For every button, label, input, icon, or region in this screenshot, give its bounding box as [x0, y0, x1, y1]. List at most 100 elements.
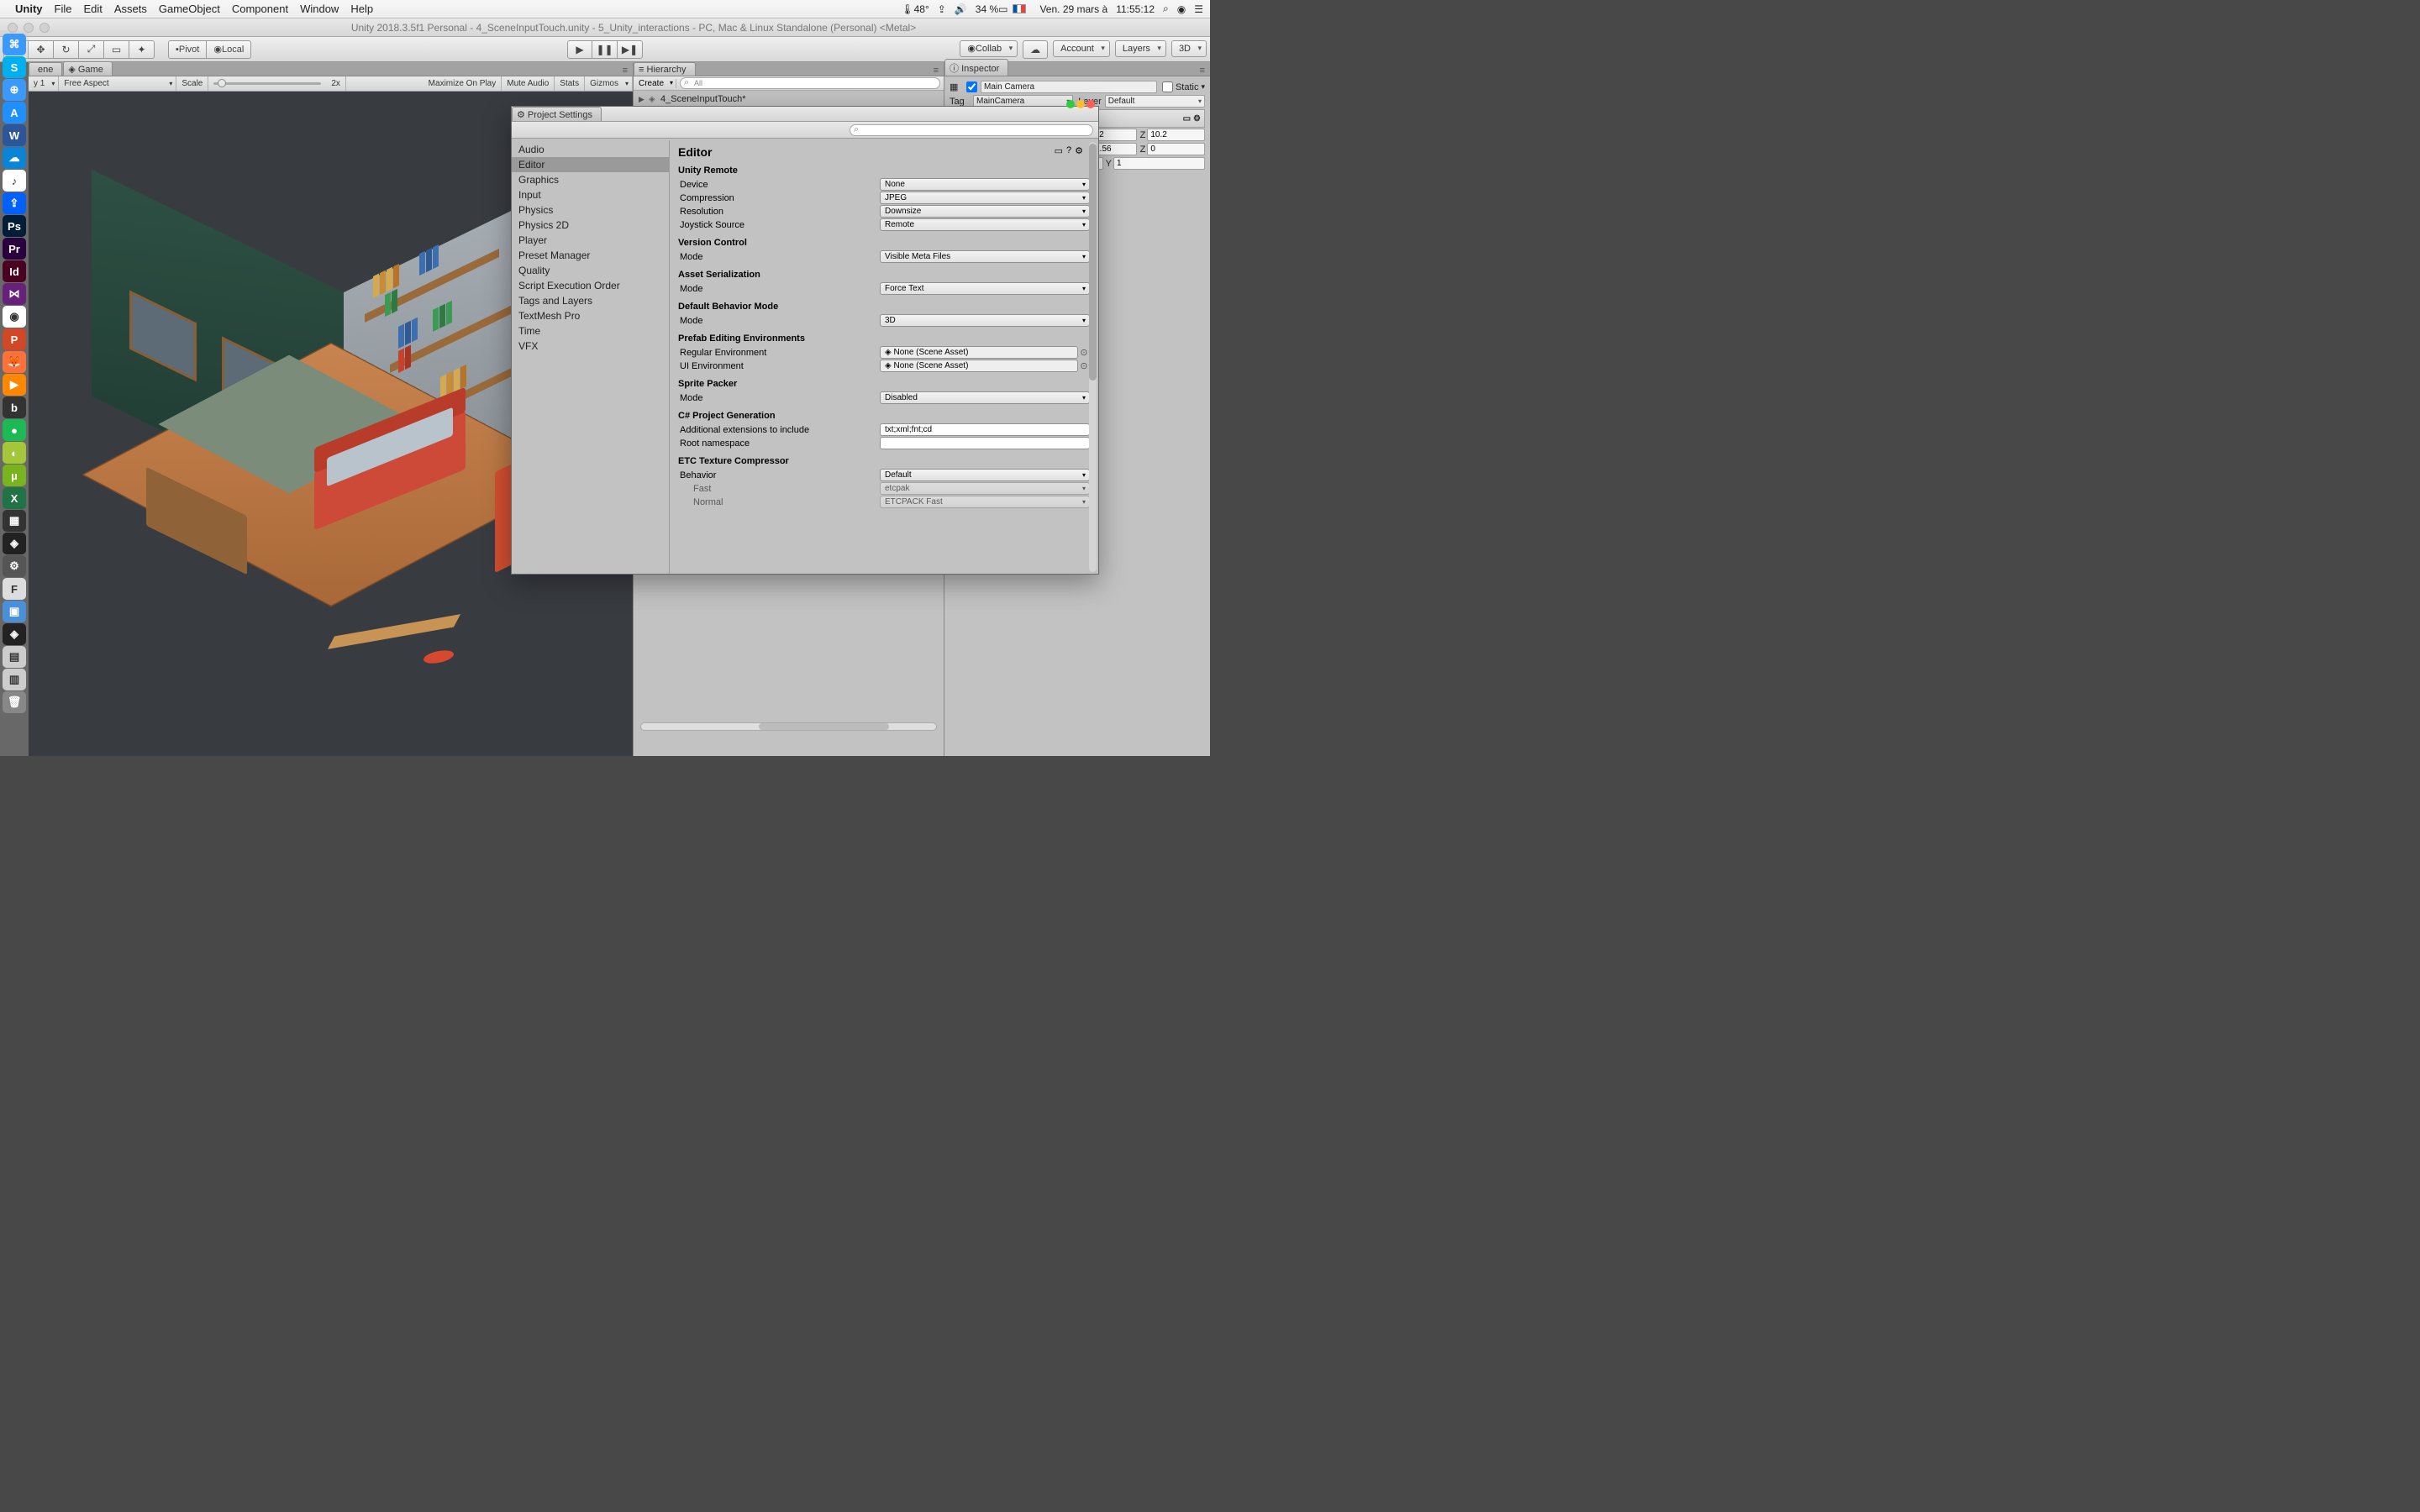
dock-item-27[interactable]: ▤	[3, 646, 26, 668]
dock-item-7[interactable]: ⇪	[3, 192, 26, 214]
static-dropdown-icon[interactable]: ▾	[1201, 82, 1205, 92]
wifi-icon[interactable]: ⇪	[938, 3, 946, 15]
projset-cat-editor[interactable]: Editor	[512, 157, 669, 172]
gear-icon[interactable]: ⚙	[1193, 114, 1201, 123]
prefab-regular[interactable]: ◈ None (Scene Asset)	[880, 346, 1078, 359]
dock-item-8[interactable]: Ps	[3, 215, 26, 237]
dock-item-3[interactable]: A	[3, 102, 26, 123]
app-name[interactable]: Unity	[15, 3, 43, 15]
dock-item-1[interactable]: S	[3, 56, 26, 78]
projset-cat-audio[interactable]: Audio	[512, 142, 669, 157]
hierarchy-search[interactable]: All	[680, 77, 940, 89]
scene-row[interactable]: ▶ ◈ 4_SceneInputTouch*	[639, 93, 939, 105]
unified-tool[interactable]: ✦	[129, 40, 155, 59]
projset-search[interactable]	[850, 124, 1093, 136]
tab-hierarchy[interactable]: ≡ Hierarchy	[634, 62, 696, 76]
dock-item-22[interactable]: ◈	[3, 533, 26, 554]
gear-icon[interactable]: ⚙	[1075, 145, 1083, 156]
ps-min-dot[interactable]	[1076, 100, 1085, 108]
scale-slider[interactable]	[208, 82, 326, 85]
zoom-dot[interactable]	[39, 23, 50, 33]
dock-item-23[interactable]: ⚙	[3, 555, 26, 577]
pos-z[interactable]	[1147, 129, 1205, 141]
csharp-extensions[interactable]	[880, 423, 1090, 436]
dock-item-9[interactable]: Pr	[3, 238, 26, 260]
tab-inspector[interactable]: ⓘ Inspector	[944, 59, 1008, 76]
etc-behavior[interactable]: Default	[880, 469, 1090, 481]
volume-icon[interactable]: 🔊	[955, 3, 967, 15]
dock-item-21[interactable]: ▦	[3, 510, 26, 532]
tab-scene[interactable]: ene	[29, 62, 62, 76]
projset-cat-tags-and-layers[interactable]: Tags and Layers	[512, 293, 669, 308]
rect-tool[interactable]: ▭	[104, 40, 129, 59]
rot-z[interactable]	[1147, 143, 1205, 155]
account-dropdown[interactable]: Account	[1053, 40, 1110, 57]
scl-y[interactable]	[1113, 157, 1205, 170]
local-toggle[interactable]: ◉ Local	[207, 40, 251, 59]
object-name-field[interactable]: Main Camera	[981, 81, 1157, 93]
move-tool[interactable]: ✥	[29, 40, 54, 59]
dock-item-4[interactable]: W	[3, 124, 26, 146]
aspect-dropdown[interactable]: Free Aspect	[59, 76, 176, 91]
sprite-mode[interactable]: Disabled	[880, 391, 1090, 404]
dock-item-0[interactable]: ⌘	[3, 34, 26, 55]
projset-cat-graphics[interactable]: Graphics	[512, 172, 669, 187]
projset-cat-quality[interactable]: Quality	[512, 263, 669, 278]
menu-window[interactable]: Window	[300, 3, 339, 15]
hierarchy-create[interactable]: Create	[634, 79, 676, 88]
dock-item-19[interactable]: µ	[3, 465, 26, 486]
dock-item-16[interactable]: b	[3, 396, 26, 418]
dock-item-18[interactable]: ◐	[3, 442, 26, 464]
collab-dropdown[interactable]: ◉ Collab	[960, 40, 1018, 57]
panel-menu-icon[interactable]: ≡	[618, 66, 633, 76]
dock-item-24[interactable]: F	[3, 578, 26, 600]
csharp-rootns[interactable]	[880, 437, 1090, 449]
menu-component[interactable]: Component	[232, 3, 288, 15]
dock-item-14[interactable]: 🦊	[3, 351, 26, 373]
dock-item-12[interactable]: ◉	[3, 306, 26, 328]
dock-item-25[interactable]: ▣	[3, 601, 26, 622]
ps-close-dot[interactable]	[1086, 100, 1095, 108]
projset-cat-script-execution-order[interactable]: Script Execution Order	[512, 278, 669, 293]
serial-mode[interactable]: Force Text	[880, 282, 1090, 295]
maximize-toggle[interactable]: Maximize On Play	[424, 76, 502, 91]
preset-icon[interactable]: ▭	[1055, 145, 1063, 156]
behavior-mode[interactable]: 3D	[880, 314, 1090, 327]
dock-item-26[interactable]: ◈	[3, 623, 26, 645]
static-checkbox[interactable]	[1162, 81, 1173, 92]
dock-item-2[interactable]: ⊕	[3, 79, 26, 101]
menu-edit[interactable]: Edit	[83, 3, 102, 15]
remote-device[interactable]: None	[880, 178, 1090, 191]
menu-gameobject[interactable]: GameObject	[159, 3, 220, 15]
spotlight-icon[interactable]: ⌕	[1163, 3, 1169, 15]
dock-item-20[interactable]: X	[3, 487, 26, 509]
stats-toggle[interactable]: Stats	[555, 76, 585, 91]
pivot-toggle[interactable]: ▪ Pivot	[168, 40, 207, 59]
dock-item-13[interactable]: P	[3, 328, 26, 350]
projset-cat-input[interactable]: Input	[512, 187, 669, 202]
expand-icon[interactable]: ▶	[639, 95, 649, 104]
prefab-ui[interactable]: ◈ None (Scene Asset)	[880, 360, 1078, 372]
dock-item-29[interactable]: 🗑	[3, 691, 26, 713]
dock-item-17[interactable]: ●	[3, 419, 26, 441]
menu-extras-icon[interactable]: ☰	[1194, 3, 1203, 15]
help-icon[interactable]: ?	[1066, 145, 1071, 156]
active-checkbox[interactable]	[966, 81, 977, 92]
layers-dropdown[interactable]: Layers	[1115, 40, 1166, 57]
dock-item-11[interactable]: ⋈	[3, 283, 26, 305]
menu-assets[interactable]: Assets	[114, 3, 147, 15]
remote-compression[interactable]: JPEG	[880, 192, 1090, 204]
gizmos-dropdown[interactable]: Gizmos	[585, 76, 633, 91]
projset-cat-textmesh-pro[interactable]: TextMesh Pro	[512, 308, 669, 323]
remote-resolution[interactable]: Downsize	[880, 205, 1090, 218]
projset-cat-vfx[interactable]: VFX	[512, 339, 669, 354]
pause-button[interactable]: ❚❚	[592, 40, 618, 59]
projset-scrollbar[interactable]	[1089, 142, 1097, 572]
mute-toggle[interactable]: Mute Audio	[502, 76, 555, 91]
input-flag[interactable]	[1013, 4, 1026, 13]
projset-cat-player[interactable]: Player	[512, 233, 669, 248]
menu-help[interactable]: Help	[350, 3, 373, 15]
dock-item-10[interactable]: Id	[3, 260, 26, 282]
dock-item-28[interactable]: ▥	[3, 669, 26, 690]
object-picker-icon[interactable]: ⊙	[1078, 347, 1090, 358]
